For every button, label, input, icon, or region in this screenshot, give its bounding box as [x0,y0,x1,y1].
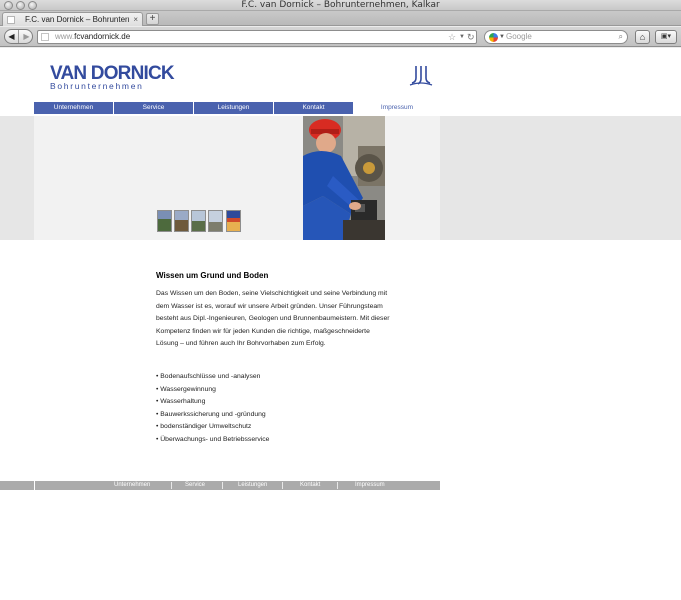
worker-photo [303,116,385,240]
footer-separator [282,482,283,489]
google-icon[interactable] [489,33,498,42]
thumbnail-image[interactable] [157,210,172,232]
home-icon[interactable]: ⌂ [635,30,650,44]
history-dropdown-icon[interactable]: ▼ [459,31,465,43]
new-tab-button[interactable]: + [146,13,159,25]
address-bar[interactable]: www.fcvandornick.de ☆ ▼ ↻ [37,30,477,44]
nav-item-impressum[interactable]: Impressum [354,102,440,114]
list-item: • bodenständiger Umweltschutz [156,423,252,431]
nav-item-kontakt[interactable]: Kontakt [274,102,353,114]
window-titlebar: F.C. van Dornick – Bohrunternehmen, Kalk… [0,0,681,11]
reload-icon[interactable]: ↻ [467,31,475,43]
thumbnail-image[interactable] [191,210,206,232]
list-item: • Wasserhaltung [156,398,206,406]
list-item: • Bodenaufschlüsse und -analysen [156,373,261,380]
main-navigation: Unternehmen Service Leistungen Kontakt I… [34,102,440,114]
bookmarks-icon[interactable]: ▣▾ [655,30,677,44]
search-engine-dropdown-icon[interactable]: ▼ [499,31,505,43]
thumbnail-image[interactable] [226,210,241,232]
browser-tab[interactable]: F.C. van Dornick – Bohrunterneh... × [2,12,143,26]
footer-link-unternehmen[interactable]: Unternehmen [114,481,150,490]
nav-item-leistungen[interactable]: Leistungen [194,102,273,114]
nav-item-service[interactable]: Service [114,102,193,114]
nav-item-unternehmen[interactable]: Unternehmen [34,102,113,114]
content-heading: Wissen um Grund und Boden [156,271,269,280]
content-paragraph: Das Wissen um den Boden, seine Vielschic… [156,290,390,348]
site-logo-subtitle: Bohrunternehmen [50,81,144,91]
tab-close-icon[interactable]: × [133,15,138,25]
list-item: • Bauwerkssicherung und -gründung [156,410,266,418]
footer-link-kontakt[interactable]: Kontakt [300,481,320,490]
tab-title: F.C. van Dornick – Bohrunterneh... [25,15,129,24]
back-forward-group: ◀ ▶ [4,29,33,44]
footer-separator [222,482,223,489]
footer-link-service[interactable]: Service [185,481,205,490]
thumbnail-image[interactable] [208,210,223,232]
services-list: • Bodenaufschlüsse und -analysen • Wasse… [156,371,392,447]
web-page: VAN DORNICK Bohrunternehmen Unternehmen … [0,48,681,600]
footer-navigation: Unternehmen Service Leistungen Kontakt I… [0,481,440,490]
footer-link-impressum[interactable]: Impressum [355,481,385,490]
footer-separator [337,482,338,489]
footer-separator [171,482,172,489]
list-item: • Wassergewinnung [156,385,216,393]
star-icon[interactable]: ☆ [448,31,456,43]
window-title: F.C. van Dornick – Bohrunternehmen, Kalk… [241,0,440,10]
footer-divider [34,481,35,490]
browser-toolbar: ◀ ▶ www.fcvandornick.de ☆ ▼ ↻ ▼ Google ⌕… [0,27,681,47]
search-input[interactable]: Google [506,31,532,43]
search-icon[interactable]: ⌕ [619,31,623,43]
forward-icon[interactable]: ▶ [20,30,32,43]
list-item: • Überwachungs- und Betriebsservice [156,435,270,443]
search-box[interactable]: ▼ Google ⌕ [484,30,628,44]
tab-bar: F.C. van Dornick – Bohrunterneh... × + [0,11,681,26]
page-favicon-icon [7,16,15,24]
back-icon[interactable]: ◀ [5,30,19,43]
thumbnail-image[interactable] [174,210,189,232]
logo-mark-icon [409,66,433,86]
site-identity-icon [41,33,49,41]
footer-link-leistungen[interactable]: Leistungen [238,481,267,490]
url-text: www.fcvandornick.de [55,32,131,41]
